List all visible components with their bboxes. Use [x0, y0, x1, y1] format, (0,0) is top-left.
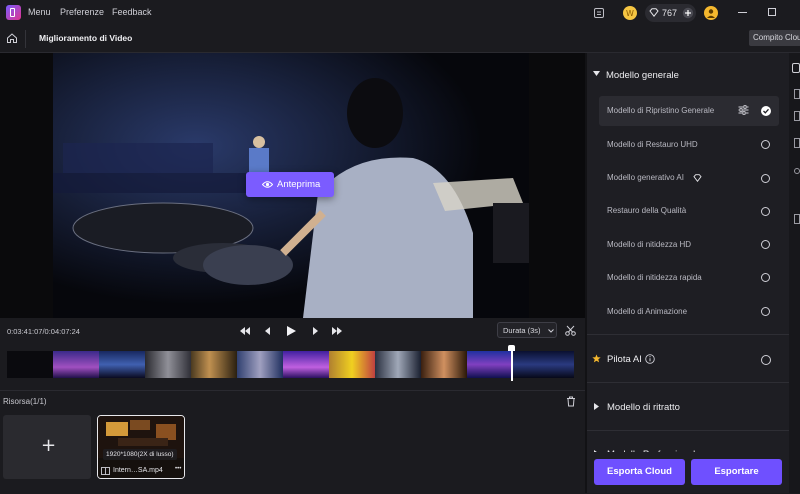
timeline-thumbnail	[329, 351, 375, 378]
plus-circle-icon[interactable]	[682, 7, 694, 19]
export-button[interactable]: Esportare	[691, 459, 782, 485]
timeline-thumbnail	[467, 351, 513, 378]
model-label: Modello di nitidezza HD	[607, 240, 692, 249]
layout-icon[interactable]	[794, 214, 800, 224]
timeline-strip[interactable]	[7, 351, 574, 378]
diamond-icon	[693, 174, 702, 182]
cloud-task-tooltip: Compito Cloud	[749, 30, 800, 46]
film-icon	[101, 467, 110, 475]
model-radio[interactable]	[761, 240, 770, 249]
add-label: +	[41, 435, 57, 456]
section-divider	[587, 430, 789, 431]
resource-title: Risorsa(1/1)	[3, 397, 47, 406]
info-icon[interactable]	[645, 354, 655, 364]
model-radio[interactable]	[761, 140, 770, 149]
preview-label: Anteprima	[277, 179, 321, 190]
timeline-thumbnail	[53, 351, 99, 378]
model-label: Restauro della Qualità	[607, 206, 687, 215]
model-label: Modello generativo AI	[607, 173, 684, 182]
model-radio[interactable]	[761, 307, 770, 316]
triangle-down-icon[interactable]	[593, 71, 600, 77]
model-label: Modello di Ripristino Generale	[607, 106, 715, 115]
timeline-thumbnail	[283, 351, 329, 378]
coin-icon[interactable]: W	[623, 6, 637, 20]
add-resource-button[interactable]: +	[3, 415, 91, 479]
model-label: Modello di Animazione	[607, 307, 688, 316]
app-logo-icon	[6, 5, 21, 20]
timeline-thumbnail	[375, 351, 421, 378]
ai-pilot-radio[interactable]	[761, 355, 771, 365]
minimize-icon[interactable]	[738, 12, 747, 13]
portrait-model-title[interactable]: Modello di ritratto	[607, 402, 680, 413]
timeline-thumbnail	[191, 351, 237, 378]
section-divider	[587, 382, 789, 383]
timecode: 0:03:41:07/0:04:07:24	[7, 327, 80, 336]
playhead[interactable]	[511, 347, 513, 381]
layout-icon[interactable]	[794, 138, 800, 148]
previous-frame-icon[interactable]	[261, 324, 275, 338]
timeline-thumbnail	[513, 351, 574, 378]
model-radio[interactable]	[761, 174, 770, 183]
timeline-thumbnail	[421, 351, 467, 378]
play-icon[interactable]	[284, 324, 298, 338]
layout-icon[interactable]	[794, 89, 800, 99]
chevron-down-icon	[548, 329, 554, 333]
right-toolbar	[789, 53, 800, 493]
export-cloud-button[interactable]: Esporta Cloud	[594, 459, 685, 485]
settings-icon[interactable]	[794, 168, 800, 174]
model-label: Modello di Restauro UHD	[607, 140, 698, 149]
credits-count: 767	[662, 7, 678, 18]
scissors-icon[interactable]	[565, 325, 576, 336]
timeline-thumbnail	[7, 351, 53, 378]
duration-label: Durata (3s)	[503, 326, 541, 335]
maximize-icon[interactable]	[768, 8, 776, 16]
star-icon	[592, 354, 601, 363]
selected-check-icon	[761, 106, 771, 116]
task-list-icon[interactable]	[593, 7, 605, 19]
svg-text:W: W	[626, 9, 634, 18]
diamond-icon	[649, 8, 659, 17]
trash-icon[interactable]	[566, 396, 576, 407]
next-frame-icon[interactable]	[308, 324, 322, 338]
timeline-thumbnail	[237, 351, 283, 378]
page-title: Miglioramento di Video	[39, 33, 133, 43]
timeline-thumbnail	[99, 351, 145, 378]
feedback-button[interactable]: Feedback	[112, 7, 152, 17]
skip-back-icon[interactable]	[238, 324, 252, 338]
duration-select[interactable]: Durata (3s)	[497, 322, 557, 338]
layout-icon[interactable]	[794, 111, 800, 121]
nav-divider	[25, 30, 26, 48]
model-radio[interactable]	[761, 207, 770, 216]
preview-button[interactable]: Anteprima	[246, 172, 334, 197]
general-model-title[interactable]: Modello generale	[606, 70, 679, 81]
home-icon[interactable]	[6, 32, 18, 44]
model-label: Modello di nitidezza rapida	[607, 273, 702, 282]
settings-sliders-icon[interactable]	[738, 105, 749, 115]
playhead-handle[interactable]	[508, 345, 515, 351]
triangle-right-icon[interactable]	[594, 403, 599, 410]
more-options-icon[interactable]: •••	[175, 466, 181, 472]
skip-forward-icon[interactable]	[330, 324, 344, 338]
timeline-thumbnail	[145, 351, 191, 378]
clip-filename: Intern…SA.mp4	[113, 467, 163, 474]
section-divider	[587, 334, 789, 335]
user-avatar-icon[interactable]	[704, 6, 718, 20]
eye-icon	[262, 180, 273, 189]
clip-resolution-badge: 1920*1080(2X di lusso)	[103, 449, 177, 460]
ai-pilot-title[interactable]: Pilota AI	[607, 354, 642, 365]
compare-icon[interactable]	[792, 63, 800, 73]
menu-button[interactable]: Menu	[28, 7, 51, 17]
preferences-button[interactable]: Preferenze	[60, 7, 104, 17]
model-radio[interactable]	[761, 273, 770, 282]
